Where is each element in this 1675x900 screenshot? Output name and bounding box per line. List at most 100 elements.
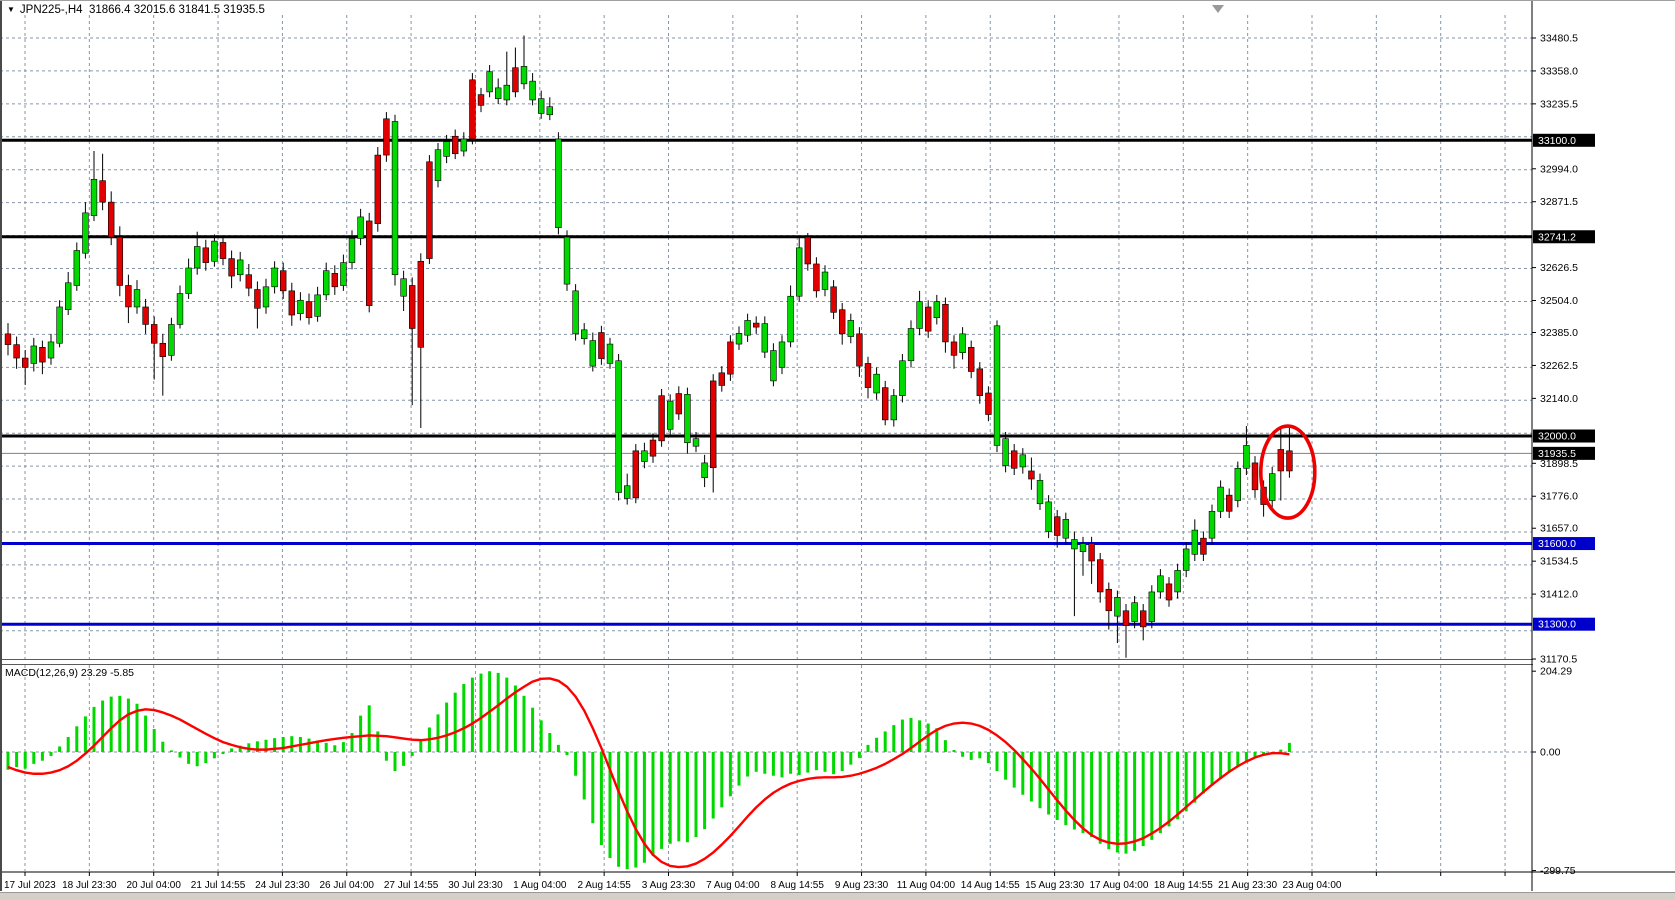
candle-body xyxy=(1166,584,1172,600)
candle-body xyxy=(788,296,794,342)
candle-body xyxy=(986,393,992,415)
candle-body xyxy=(91,179,97,215)
candle-body xyxy=(1183,549,1189,571)
price-tick-label: 31534.5 xyxy=(1540,556,1578,568)
candle-body xyxy=(650,440,656,456)
time-tick-label: 30 Jul 23:30 xyxy=(448,880,503,891)
candle-body xyxy=(1192,530,1198,554)
candle-body xyxy=(255,289,261,308)
candle-body xyxy=(169,324,175,355)
candle-body xyxy=(306,302,312,318)
candle-body xyxy=(83,213,89,253)
time-tick-label: 8 Aug 14:55 xyxy=(771,880,825,891)
time-tick-label: 11 Aug 04:00 xyxy=(897,880,956,891)
candle-body xyxy=(814,264,820,291)
candle-body xyxy=(212,241,218,261)
price-tick-label: 33235.5 xyxy=(1540,98,1578,110)
candle-body xyxy=(882,388,888,420)
candle-body xyxy=(925,307,931,331)
candle-body xyxy=(177,294,183,325)
candle-body xyxy=(513,68,519,92)
candle-body xyxy=(1029,471,1035,479)
price-tick-label: 31657.0 xyxy=(1540,523,1578,535)
price-tick-label: 32871.5 xyxy=(1540,196,1578,208)
candle-body xyxy=(977,369,983,396)
candle-body xyxy=(659,396,665,441)
candle-body xyxy=(771,351,777,381)
candle-body xyxy=(203,248,209,263)
price-tick-label: 32504.0 xyxy=(1540,295,1578,307)
time-tick-label: 24 Jul 23:30 xyxy=(255,880,310,891)
candle-body xyxy=(246,275,252,288)
candle-body xyxy=(685,394,691,442)
candle-body xyxy=(487,72,493,92)
candle-body xyxy=(590,341,596,367)
candle-body xyxy=(392,121,398,274)
time-tick-label: 17 Aug 04:00 xyxy=(1089,880,1148,891)
time-tick-label: 27 Jul 14:55 xyxy=(384,880,439,891)
symbol-period-label: JPN225-,H4 xyxy=(20,4,83,16)
candle-body xyxy=(607,344,613,363)
time-tick-label: 20 Jul 04:00 xyxy=(126,880,181,891)
candle-body xyxy=(667,401,673,429)
time-tick-label: 23 Aug 04:00 xyxy=(1283,880,1342,891)
candle-body xyxy=(891,396,897,420)
chart-background xyxy=(0,1,1675,900)
macd-tick-label: 0.00 xyxy=(1540,747,1561,759)
candle-body xyxy=(194,246,200,268)
time-tick-label: 1 Aug 04:00 xyxy=(513,880,567,891)
candle-body xyxy=(1201,538,1207,554)
candle-body xyxy=(22,358,28,367)
chart-canvas[interactable]: 33480.533358.033235.532994.032871.532626… xyxy=(0,1,1675,900)
candle-body xyxy=(14,345,20,358)
chart-window: 33480.533358.033235.532994.032871.532626… xyxy=(0,0,1675,900)
candle-body xyxy=(298,300,304,313)
ohlc-high: 32015.6 xyxy=(134,4,176,16)
candle-body xyxy=(1244,445,1250,468)
candle-body xyxy=(1063,519,1069,538)
candle-body xyxy=(409,285,415,328)
chart-title: ▼JPN225-,H4 31866.4 32015.6 31841.5 3193… xyxy=(7,4,265,16)
candle-body xyxy=(1003,439,1009,466)
symbol-dropdown-icon[interactable]: ▼ xyxy=(7,5,15,14)
candle-body xyxy=(779,342,785,368)
candle-body xyxy=(1278,449,1284,471)
candle-body xyxy=(323,271,329,295)
candle-body xyxy=(1149,592,1155,622)
candle-body xyxy=(160,343,166,356)
candle-body xyxy=(1287,451,1293,471)
time-tick-label: 15 Aug 23:30 xyxy=(1025,880,1084,891)
candle-body xyxy=(1175,570,1181,592)
candle-body xyxy=(272,268,278,287)
candle-body xyxy=(1011,451,1017,468)
price-badge-label: 32741.2 xyxy=(1538,231,1576,243)
candle-body xyxy=(366,221,372,306)
candle-body xyxy=(917,302,923,329)
candle-body xyxy=(1020,455,1026,467)
candle-body xyxy=(968,347,974,371)
candle-body xyxy=(495,88,501,99)
price-tick-label: 33358.0 xyxy=(1540,65,1578,77)
candle-body xyxy=(1106,589,1112,611)
candle-body xyxy=(1115,597,1121,616)
candle-body xyxy=(418,261,424,347)
macd-signal-value: -5.85 xyxy=(110,667,134,679)
candle-body xyxy=(676,394,682,414)
candle-body xyxy=(151,324,157,343)
candle-body xyxy=(934,302,940,318)
candle-body xyxy=(564,237,570,284)
candle-body xyxy=(1140,611,1146,627)
price-tick-label: 31170.5 xyxy=(1540,654,1577,666)
candle-body xyxy=(1218,487,1224,511)
price-badge-label: 31600.0 xyxy=(1538,538,1576,550)
candle-body xyxy=(530,81,536,100)
candle-body xyxy=(796,248,802,296)
candle-body xyxy=(384,119,390,155)
time-tick-label: 3 Aug 23:30 xyxy=(642,880,696,891)
candle-body xyxy=(943,304,949,342)
candle-body xyxy=(642,451,648,462)
candle-body xyxy=(848,320,854,336)
candle-body xyxy=(31,346,37,363)
candle-body xyxy=(573,291,579,334)
candle-body xyxy=(728,342,734,374)
